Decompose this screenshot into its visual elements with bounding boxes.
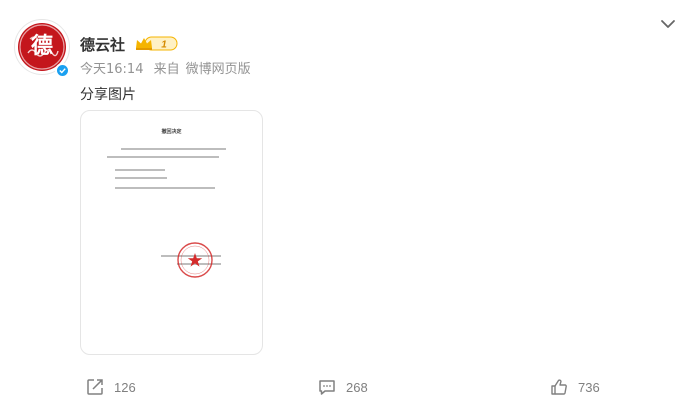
username-link[interactable]: 德云社	[80, 34, 125, 55]
document-text-line	[121, 148, 226, 150]
share-count: 126	[114, 379, 136, 395]
post-meta: 今天16:14 来自 微博网页版	[80, 58, 257, 77]
seal-icon	[177, 242, 213, 278]
action-bar: 126 268 736	[0, 374, 692, 402]
post-image[interactable]: 撤回决定	[80, 110, 263, 355]
share-button[interactable]: 126	[86, 374, 136, 400]
like-button[interactable]: 736	[550, 374, 600, 400]
share-icon	[87, 379, 103, 395]
member-badge[interactable]: 1	[135, 36, 179, 51]
like-count: 736	[578, 379, 600, 395]
post-source: 微博网页版	[185, 62, 251, 77]
document-text-line	[115, 187, 215, 189]
document-text-line	[115, 177, 167, 179]
post-time[interactable]: 今天16:14	[80, 62, 143, 77]
document-text-line	[115, 169, 165, 171]
document-text-line	[107, 156, 219, 158]
source-prefix: 来自	[153, 62, 180, 77]
badge-level: 1	[161, 40, 167, 51]
comment-icon	[319, 380, 335, 395]
comment-button[interactable]: 268	[318, 374, 368, 400]
chevron-down-icon[interactable]	[660, 16, 676, 32]
avatar-text: 德	[31, 33, 53, 59]
red-seal-stamp	[176, 241, 214, 279]
comment-count: 268	[346, 379, 368, 395]
crown-badge-icon: 1	[136, 36, 178, 51]
document-title: 撤回决定	[161, 129, 182, 135]
verified-icon	[55, 63, 70, 78]
thumbs-up-icon	[551, 379, 567, 395]
post-text: 分享图片	[80, 87, 136, 103]
